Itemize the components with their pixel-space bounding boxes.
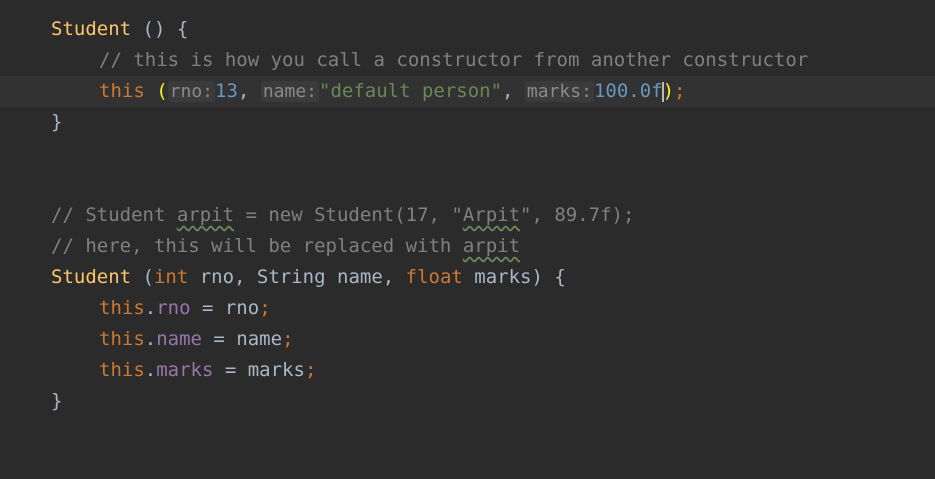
- constructor-name: Student: [51, 266, 132, 288]
- closing-brace: }: [51, 111, 63, 133]
- code-line-content: // this is how you call a constructor fr…: [51, 45, 808, 76]
- code-line-11[interactable]: this.name = name;: [0, 324, 935, 355]
- code-editor[interactable]: Student () { // this is how you call a c…: [0, 0, 935, 420]
- keyword-this: this: [99, 297, 145, 319]
- semicolon: ;: [282, 328, 294, 350]
- code-comment: = new Student(17, ": [234, 204, 463, 226]
- code-token: = name: [201, 328, 283, 350]
- constructor-name: Student: [51, 18, 132, 40]
- param-hint-name: name:: [260, 81, 319, 102]
- code-line-1[interactable]: Student () {: [0, 14, 935, 45]
- code-line-content: this.rno = rno;: [51, 293, 271, 324]
- code-line-2[interactable]: // this is how you call a constructor fr…: [0, 45, 935, 76]
- code-line-8[interactable]: // here, this will be replaced with arpi…: [0, 231, 935, 262]
- code-line-content: this.marks = marks;: [51, 355, 316, 386]
- code-line-3-current[interactable]: this (rno: 13, name: "default person", mar…: [0, 76, 935, 107]
- keyword-int: int: [153, 266, 189, 288]
- keyword-this: this: [99, 328, 145, 350]
- string-literal: "default person": [319, 80, 503, 102]
- code-token: .: [144, 297, 157, 319]
- closing-brace: }: [51, 390, 63, 412]
- semicolon: ;: [259, 297, 271, 319]
- code-line-content: }: [51, 107, 62, 138]
- keyword-this: this: [99, 80, 145, 102]
- field-name: marks: [156, 359, 214, 381]
- keyword-float: float: [405, 266, 463, 288]
- spell-check-word: arpit: [176, 204, 235, 226]
- keyword-this: this: [99, 359, 145, 381]
- code-line-7[interactable]: // Student arpit = new Student(17, "Arpi…: [0, 200, 935, 231]
- number-literal: 100.0f: [593, 80, 663, 102]
- code-token: .: [144, 328, 157, 350]
- code-token: = rno: [190, 297, 260, 319]
- code-line-12[interactable]: this.marks = marks;: [0, 355, 935, 386]
- code-line-content: Student (int rno, String name, float mar…: [51, 262, 566, 293]
- field-name: name: [156, 328, 202, 350]
- code-comment: ", 89.7f);: [520, 204, 635, 226]
- code-token: () {: [131, 18, 189, 40]
- spell-check-word: Arpit: [462, 204, 521, 226]
- spell-check-word: arpit: [462, 235, 521, 257]
- code-token: ,: [237, 80, 261, 102]
- code-token: .: [144, 359, 157, 381]
- code-token: ,: [502, 80, 525, 102]
- code-token: (: [131, 266, 154, 288]
- field-name: rno: [156, 297, 191, 319]
- code-line-13[interactable]: }: [0, 386, 935, 417]
- code-line-content: this (rno: 13, name: "default person", mar…: [51, 76, 686, 107]
- code-line-10[interactable]: this.rno = rno;: [0, 293, 935, 324]
- close-paren: ): [662, 80, 675, 102]
- semicolon: ;: [674, 80, 686, 102]
- code-comment: // here, this will be replaced with: [51, 235, 463, 257]
- code-line-4[interactable]: }: [0, 107, 935, 138]
- code-line-content: Student () {: [51, 14, 188, 45]
- param-hint-rno: rno:: [167, 81, 216, 102]
- number-literal: 13: [215, 80, 238, 102]
- code-token: = marks: [213, 359, 305, 381]
- code-line-9[interactable]: Student (int rno, String name, float mar…: [0, 262, 935, 293]
- code-comment: // this is how you call a constructor fr…: [99, 49, 809, 71]
- code-comment: // Student: [51, 204, 177, 226]
- open-paren: (: [156, 80, 168, 102]
- code-token: rno, String name,: [188, 266, 406, 288]
- param-hint-marks: marks:: [524, 81, 594, 102]
- code-line-content: // here, this will be replaced with arpi…: [51, 231, 520, 262]
- code-line-content: }: [51, 386, 62, 417]
- semicolon: ;: [304, 359, 317, 381]
- code-line-content: this.name = name;: [51, 324, 294, 355]
- code-token: marks) {: [462, 266, 566, 288]
- code-line-content: // Student arpit = new Student(17, "Arpi…: [51, 200, 634, 231]
